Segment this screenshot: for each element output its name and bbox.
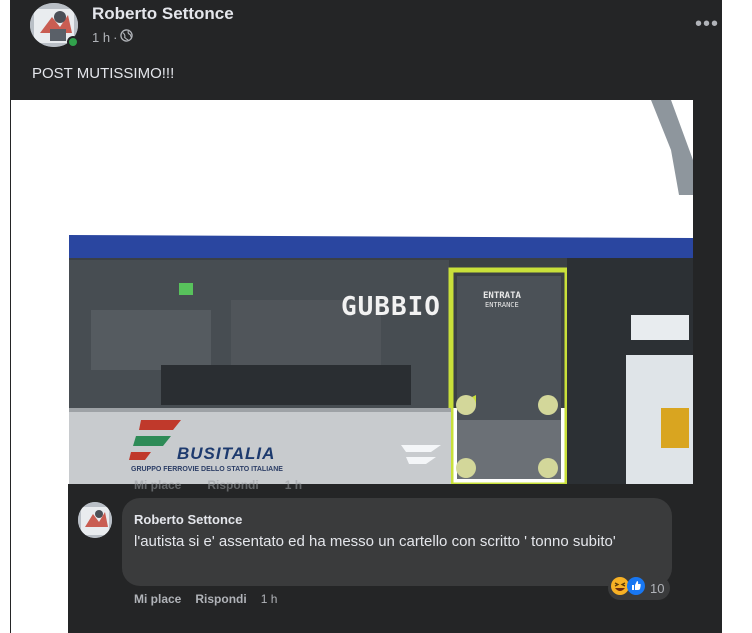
globe-icon — [120, 29, 134, 45]
door-sign: ENTRATA — [483, 291, 521, 301]
reactions-summary[interactable]: 10 — [608, 576, 671, 601]
bus-destination-sign: GUBBIO — [341, 292, 441, 322]
commenter-avatar[interactable] — [78, 502, 112, 538]
meta-separator: · — [113, 29, 118, 45]
comment-actions: Mi place Rispondi 1 h — [134, 592, 277, 606]
like-icon — [626, 576, 646, 601]
comment-time[interactable]: 1 h — [261, 592, 278, 606]
comment-section: Mi place Rispondi 1 h Roberto Settonce l… — [68, 478, 696, 633]
post-author-name[interactable]: Roberto Settonce — [92, 4, 234, 24]
online-status-dot — [67, 36, 79, 48]
comment-author[interactable]: Roberto Settonce — [134, 512, 242, 527]
more-options-button[interactable]: ••• — [692, 14, 722, 34]
ghost-like-label[interactable]: Mi place — [134, 478, 181, 492]
door-sign-en: ENTRANCE — [485, 301, 519, 309]
post-header: Roberto Settonce 1 h · ••• — [10, 0, 722, 60]
post-meta: 1 h · — [92, 29, 134, 45]
comment-bubble: Roberto Settonce l'autista si e' assenta… — [122, 498, 672, 586]
reaction-count: 10 — [650, 580, 665, 596]
post-text: POST MUTISSIMO!!! — [32, 65, 175, 82]
comment-text: l'autista si e' assentato ed ha messo un… — [134, 533, 616, 550]
brand-name: BUSITALIA — [177, 444, 276, 463]
ghost-reply-label[interactable]: Rispondi — [207, 478, 258, 492]
post-card: Roberto Settonce 1 h · ••• POST MUTISSIM… — [10, 0, 722, 633]
post-time[interactable]: 1 h — [92, 30, 110, 45]
reply-comment-button[interactable]: Rispondi — [195, 592, 246, 606]
page-background-strip — [722, 0, 752, 633]
previous-comment-actions: Mi place Rispondi 1 h — [134, 478, 302, 492]
brand-subtitle: GRUPPO FERROVIE DELLO STATO ITALIANE — [131, 466, 283, 473]
ghost-time: 1 h — [284, 478, 303, 492]
like-comment-button[interactable]: Mi place — [134, 592, 181, 606]
